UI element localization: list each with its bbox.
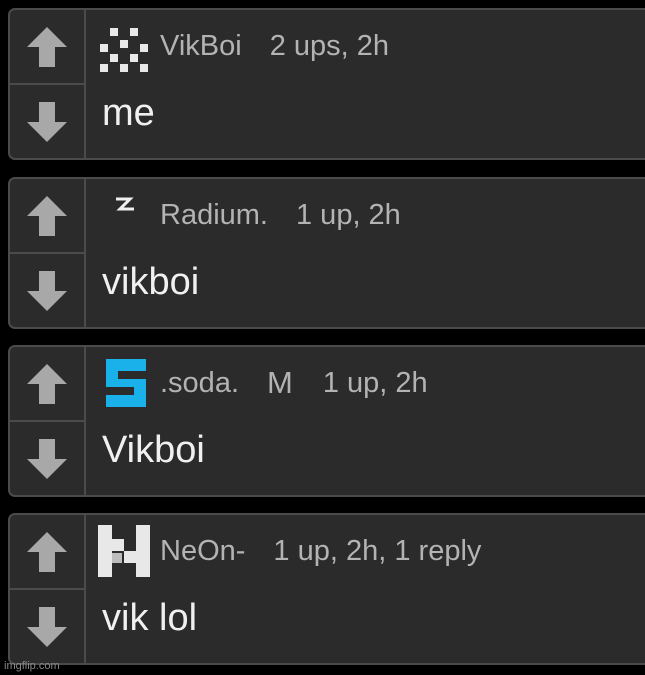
vote-column bbox=[10, 515, 86, 663]
comment-text: me bbox=[102, 92, 155, 134]
downvote-button[interactable] bbox=[10, 85, 84, 158]
downvote-button[interactable] bbox=[10, 254, 84, 327]
arrow-down-icon bbox=[27, 438, 67, 479]
comment-meta: 1 up, 2h bbox=[322, 366, 428, 399]
comment-text: Vikboi bbox=[102, 429, 205, 471]
comment-meta: 1 up, 2h, 1 reply bbox=[273, 534, 482, 567]
upvote-button[interactable] bbox=[10, 347, 84, 422]
upvote-button[interactable] bbox=[10, 515, 84, 590]
comment-header: Radium. 1 up, 2h bbox=[96, 189, 401, 241]
comment-header: NeOn- 1 up, 2h, 1 reply bbox=[96, 523, 482, 579]
comment-card: .soda. M 1 up, 2h Vikboi bbox=[8, 345, 645, 497]
comment-meta: 2 ups, 2h bbox=[269, 29, 390, 62]
comment-header: .soda. M 1 up, 2h bbox=[96, 357, 428, 409]
comment-header: VikBoi 2 ups, 2h bbox=[96, 20, 389, 72]
arrow-up-icon bbox=[27, 363, 67, 404]
avatar[interactable] bbox=[96, 523, 152, 579]
mod-badge: M bbox=[267, 365, 293, 400]
avatar[interactable] bbox=[96, 187, 152, 243]
avatar[interactable] bbox=[96, 355, 152, 411]
username-link[interactable]: .soda. bbox=[160, 367, 239, 400]
comment-card: VikBoi 2 ups, 2h me bbox=[8, 8, 645, 160]
username-link[interactable]: NeOn- bbox=[160, 535, 245, 568]
comment-card: NeOn- 1 up, 2h, 1 reply vik lol bbox=[8, 513, 645, 665]
downvote-button[interactable] bbox=[10, 422, 84, 495]
comment-text: vikboi bbox=[102, 261, 200, 303]
arrow-up-icon bbox=[27, 26, 67, 67]
arrow-up-icon bbox=[27, 195, 67, 236]
vote-column bbox=[10, 347, 86, 495]
upvote-button[interactable] bbox=[10, 10, 84, 85]
username-link[interactable]: VikBoi bbox=[160, 30, 242, 63]
comment-text: vik lol bbox=[102, 597, 198, 639]
arrow-down-icon bbox=[27, 606, 67, 647]
arrow-down-icon bbox=[27, 101, 67, 142]
avatar[interactable] bbox=[96, 18, 152, 74]
arrow-down-icon bbox=[27, 270, 67, 311]
username-link[interactable]: Radium. bbox=[160, 199, 268, 232]
arrow-up-icon bbox=[27, 531, 67, 572]
watermark: imgflip.com bbox=[4, 660, 60, 672]
vote-column bbox=[10, 10, 86, 158]
downvote-button[interactable] bbox=[10, 590, 84, 663]
upvote-button[interactable] bbox=[10, 179, 84, 254]
vote-column bbox=[10, 179, 86, 327]
comment-meta: 1 up, 2h bbox=[296, 198, 401, 231]
comment-card: Radium. 1 up, 2h vikboi bbox=[8, 177, 645, 329]
